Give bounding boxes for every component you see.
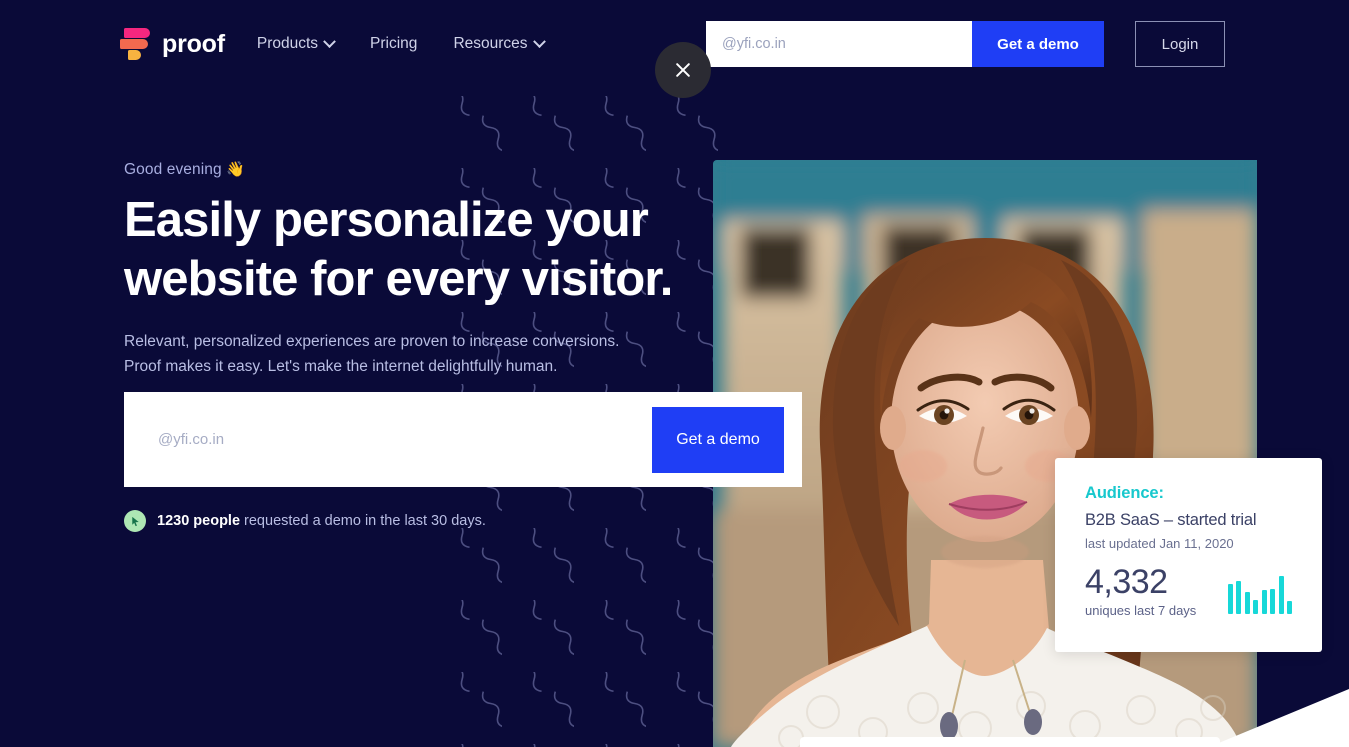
cursor-pointer-icon — [124, 510, 146, 532]
audience-metric-label: uniques last 7 days — [1085, 603, 1197, 618]
hero-subcopy-line-1: Relevant, personalized experiences are p… — [124, 333, 620, 350]
sparkline-bar-4 — [1261, 590, 1267, 614]
social-proof-text: 1230 people requested a demo in the last… — [157, 513, 486, 529]
hero-get-demo-button[interactable]: Get a demo — [652, 406, 784, 473]
audience-metric-value: 4,332 — [1085, 563, 1168, 601]
landing-page: proof Products Pricing Resources Get a d… — [0, 0, 1349, 747]
audience-metric-row: 4,332 uniques last 7 days — [1085, 565, 1292, 618]
proof-logo-icon — [120, 28, 152, 60]
hero-text-block: Good evening 👋 Easily personalize your w… — [124, 160, 684, 379]
bottom-partial-card — [800, 737, 1220, 747]
brand-logo[interactable]: proof — [120, 28, 225, 60]
nav-item-products[interactable]: Products — [256, 34, 336, 53]
nav-item-resources[interactable]: Resources — [453, 34, 546, 53]
greeting-text: Good evening — [124, 161, 222, 178]
audience-sparkline-chart — [1227, 576, 1292, 614]
hero-demo-form: Get a demo — [124, 392, 802, 487]
social-proof-notification: 1230 people requested a demo in the last… — [124, 510, 486, 532]
sparkline-bar-3 — [1253, 600, 1258, 614]
nav-item-pricing-label: Pricing — [370, 35, 418, 52]
brand-name: proof — [162, 29, 225, 58]
sparkline-bar-6 — [1278, 576, 1284, 614]
nav-item-products-label: Products — [256, 35, 319, 52]
sparkline-bar-0 — [1227, 584, 1233, 614]
nav-item-pricing[interactable]: Pricing — [370, 35, 417, 53]
waving-hand-icon: 👋 — [226, 161, 245, 178]
sparkline-bar-2 — [1244, 592, 1250, 614]
chevron-down-icon — [532, 34, 546, 48]
nav-get-demo-button[interactable]: Get a demo — [972, 21, 1104, 67]
close-icon — [676, 63, 690, 77]
nav-demo-form: Get a demo — [706, 21, 1104, 67]
sparkline-bar-7 — [1287, 601, 1292, 614]
audience-metric: 4,332 uniques last 7 days — [1085, 565, 1196, 618]
audience-last-updated: last updated Jan 11, 2020 — [1085, 536, 1234, 551]
nav-item-resources-label: Resources — [453, 35, 528, 52]
close-banner-button[interactable] — [655, 42, 711, 98]
hero-email-input[interactable] — [124, 392, 652, 487]
login-button[interactable]: Login — [1135, 21, 1225, 67]
audience-card: Audience: B2B SaaS – started trial last … — [1055, 458, 1322, 652]
audience-segment: B2B SaaS – started trial — [1085, 511, 1257, 529]
hero-subcopy-line-2: Proof makes it easy. Let's make the inte… — [124, 358, 558, 375]
audience-card-title: Audience: — [1085, 484, 1164, 502]
greeting-line: Good evening 👋 — [124, 160, 684, 179]
page-title: Easily personalize your website for ever… — [124, 193, 673, 306]
sparkline-bar-5 — [1270, 589, 1275, 614]
social-proof-rest: requested a demo in the last 30 days. — [240, 513, 486, 529]
nav-email-input[interactable] — [706, 21, 972, 67]
chevron-down-icon — [323, 34, 336, 48]
social-proof-count: 1230 people — [157, 513, 241, 529]
nav-links: Products Pricing Resources — [256, 34, 546, 53]
sparkline-bar-1 — [1236, 581, 1241, 614]
